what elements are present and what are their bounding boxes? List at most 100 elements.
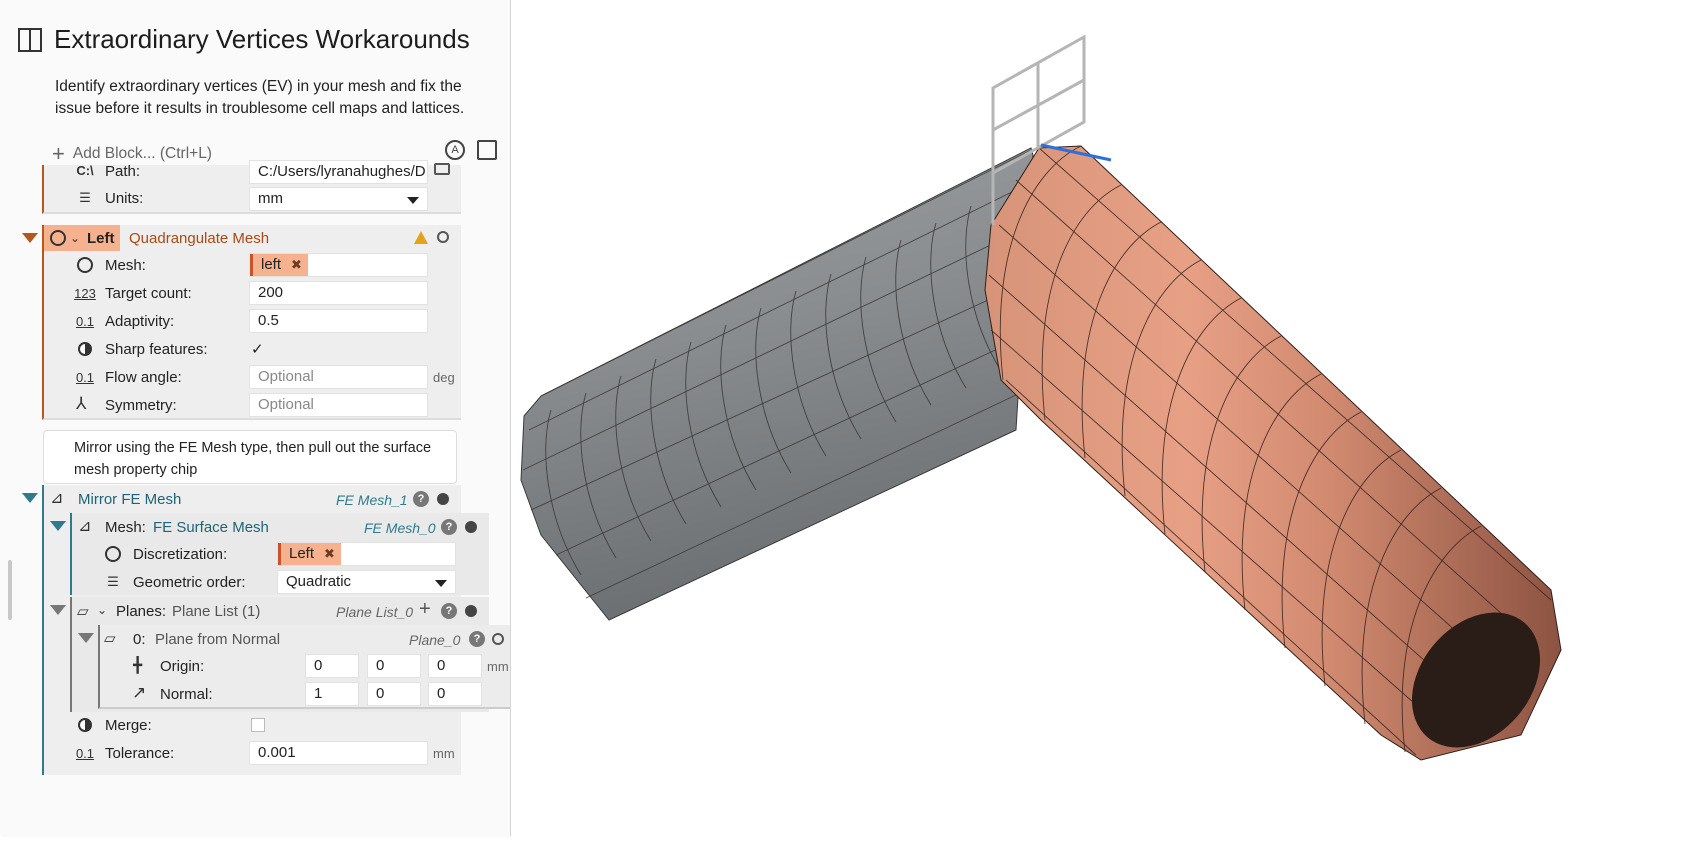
status-dot-icon[interactable]	[437, 493, 449, 505]
collapse-toggle-icon[interactable]	[50, 521, 66, 531]
list-icon: ☰	[79, 190, 91, 205]
adaptivity-field[interactable]: 0.5	[249, 309, 428, 333]
flow-angle-label: Flow angle:	[105, 369, 182, 386]
close-icon[interactable]: ✖	[291, 257, 302, 272]
normal-x-field[interactable]: 1	[305, 682, 359, 706]
normal-label: Normal:	[160, 686, 213, 703]
chevron-down-icon[interactable]: ⌄	[97, 603, 107, 617]
add-block-label: Add Block... (Ctrl+L)	[72, 145, 212, 162]
planes-type[interactable]: Plane List (1)	[172, 603, 260, 620]
help-icon[interactable]: ?	[441, 603, 457, 619]
sharp-features-checkbox[interactable]: ✓	[251, 340, 264, 358]
folder-icon[interactable]	[434, 163, 450, 175]
flow-angle-unit: deg	[433, 370, 455, 385]
status-dot-icon[interactable]	[465, 605, 477, 617]
units-value: mm	[258, 190, 283, 207]
adaptivity-label: Adaptivity:	[105, 313, 175, 330]
mirror-name: FE Mesh_1	[336, 492, 408, 508]
3d-viewport[interactable]	[511, 0, 1701, 836]
status-dot-icon[interactable]	[465, 521, 477, 533]
collapse-toggle-icon[interactable]	[22, 233, 38, 243]
origin-icon: ╋	[133, 657, 143, 674]
chevron-down-icon[interactable]: ⌄	[70, 231, 80, 245]
discretization-chip-label: Left	[289, 545, 315, 562]
planes-label: Planes:	[116, 603, 167, 620]
status-circle-icon[interactable]	[437, 231, 449, 243]
path-icon: C:\	[76, 163, 94, 178]
left-panel: Extraordinary Vertices Workarounds Ident…	[0, 0, 511, 836]
decimal-icon: 0.1	[75, 370, 95, 385]
target-count-label: Target count:	[105, 285, 192, 302]
mesh-chip-label: left	[261, 256, 282, 273]
help-icon[interactable]: ?	[413, 491, 429, 507]
block-name[interactable]: Left	[87, 230, 115, 247]
help-icon[interactable]: ?	[441, 519, 457, 535]
status-circle-icon[interactable]	[492, 633, 504, 645]
normal-y-field[interactable]: 0	[367, 682, 421, 706]
units-label: Units:	[105, 190, 144, 207]
mirror-title[interactable]: Mirror FE Mesh	[78, 491, 181, 508]
number-icon: 123	[74, 286, 96, 301]
symmetry-field[interactable]: Optional	[249, 393, 428, 417]
mesh-field[interactable]: left ✖	[249, 253, 428, 277]
scrollbar[interactable]	[8, 560, 12, 620]
close-icon[interactable]: ✖	[324, 546, 335, 561]
add-icon[interactable]: +	[419, 598, 431, 621]
decimal-icon: 0.1	[75, 314, 95, 329]
path-label: Path:	[105, 163, 141, 180]
geometric-order-value: Quadratic	[286, 573, 352, 590]
warning-icon	[414, 231, 428, 244]
chevron-down-icon	[407, 197, 419, 204]
panel-description: Identify extraordinary vertices (EV) in …	[55, 78, 465, 117]
mesh-render	[520, 34, 1562, 761]
chevron-down-icon	[435, 580, 447, 587]
flow-angle-field[interactable]: Optional	[249, 365, 428, 389]
merge-label: Merge:	[105, 717, 152, 734]
globe-icon	[105, 546, 121, 562]
units-select[interactable]: mm	[249, 187, 428, 211]
globe-icon	[77, 257, 93, 273]
sharp-features-label: Sharp features:	[105, 341, 208, 358]
origin-y-field[interactable]: 0	[367, 654, 421, 678]
origin-x-field[interactable]: 0	[305, 654, 359, 678]
origin-z-field[interactable]: 0	[428, 654, 482, 678]
discretization-chip[interactable]: Left ✖	[278, 543, 341, 565]
plane-name: Plane_0	[409, 632, 461, 648]
contrast-icon	[78, 718, 92, 732]
auto-run-icon[interactable]: A	[445, 140, 465, 160]
mirror-icon: ⊿	[50, 490, 64, 507]
mesh-chip[interactable]: left ✖	[250, 254, 308, 276]
collapse-toggle-icon[interactable]	[22, 493, 38, 503]
target-count-field[interactable]: 200	[249, 281, 428, 305]
merge-checkbox[interactable]	[251, 718, 265, 732]
mesh-label: Mesh:	[105, 257, 146, 274]
geometric-order-label: Geometric order:	[133, 574, 246, 591]
discretization-label: Discretization:	[133, 546, 228, 563]
tolerance-unit: mm	[433, 746, 455, 761]
decimal-icon: 0.1	[75, 746, 95, 761]
plane-icon: ▱	[104, 630, 116, 647]
collapse-toggle-icon[interactable]	[50, 605, 66, 615]
path-field[interactable]: C:/Users/lyranahughes/D	[249, 160, 428, 184]
origin-label: Origin:	[160, 658, 205, 675]
normal-arrow-icon: ↗	[132, 683, 147, 702]
copy-icon[interactable]	[477, 140, 497, 160]
normal-z-field[interactable]: 0	[428, 682, 482, 706]
block-type: Quadrangulate Mesh	[129, 230, 270, 247]
symmetry-label: Symmetry:	[105, 397, 177, 414]
tolerance-field[interactable]: 0.001	[249, 741, 428, 765]
collapse-toggle-icon[interactable]	[78, 633, 94, 643]
geometric-order-select[interactable]: Quadratic	[277, 570, 456, 594]
discretization-field[interactable]: Left ✖	[277, 542, 456, 566]
plus-icon: +	[52, 141, 65, 166]
symmetry-icon: ⅄	[76, 394, 87, 413]
planes-name: Plane List_0	[336, 604, 414, 620]
sub-mesh-type[interactable]: FE Surface Mesh	[153, 519, 269, 536]
panel-toggle-icon[interactable]	[18, 27, 42, 52]
sub-mesh-label: Mesh:	[105, 519, 146, 536]
help-icon[interactable]: ?	[469, 631, 485, 647]
plane-type[interactable]: Plane from Normal	[155, 631, 280, 648]
panel-toolbar: A	[445, 140, 497, 160]
copper-mesh-tube	[984, 145, 1562, 761]
mirror-icon: ⊿	[78, 518, 92, 535]
